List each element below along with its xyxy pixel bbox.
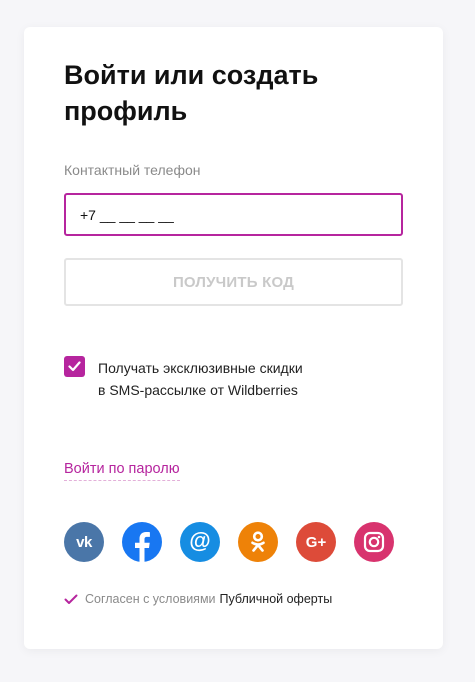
google-plus-login-button[interactable]: G+ (296, 522, 336, 562)
facebook-icon (135, 532, 150, 562)
instagram-icon (363, 531, 385, 553)
get-code-button[interactable]: ПОЛУЧИТЬ КОД (64, 258, 403, 306)
facebook-login-button[interactable] (122, 522, 162, 562)
mail-ru-icon: @ (189, 528, 211, 553)
phone-label: Контактный телефон (64, 162, 201, 178)
odnoklassniki-login-button[interactable] (238, 522, 278, 562)
odnoklassniki-icon (251, 531, 265, 552)
sms-checkbox-label-line2: в SMS-рассылке от Wildberries (98, 382, 298, 398)
sms-checkbox-label: Получать эксклюзивные скидки в SMS-рассы… (98, 357, 378, 401)
google-plus-icon: G+ (305, 533, 327, 551)
login-card: Войти или создать профиль Контактный тел… (24, 27, 443, 649)
phone-input[interactable] (64, 193, 403, 236)
vk-icon: vk (76, 533, 92, 551)
check-icon (68, 361, 81, 372)
instagram-login-button[interactable] (354, 522, 394, 562)
agreement-text: Согласен с условиями (85, 592, 216, 606)
mail-ru-login-button[interactable]: @ (180, 522, 220, 562)
sms-checkbox-label-line1: Получать эксклюзивные скидки (98, 360, 303, 376)
agreement: Согласен с условиями Публичной оферты (64, 592, 332, 606)
check-icon (64, 594, 78, 604)
public-offer-link[interactable]: Публичной оферты (220, 592, 333, 606)
sms-checkbox[interactable] (64, 356, 85, 377)
vk-login-button[interactable]: vk (64, 522, 104, 562)
page-title: Войти или создать профиль (64, 60, 319, 126)
login-by-password-link[interactable]: Войти по паролю (64, 461, 180, 481)
